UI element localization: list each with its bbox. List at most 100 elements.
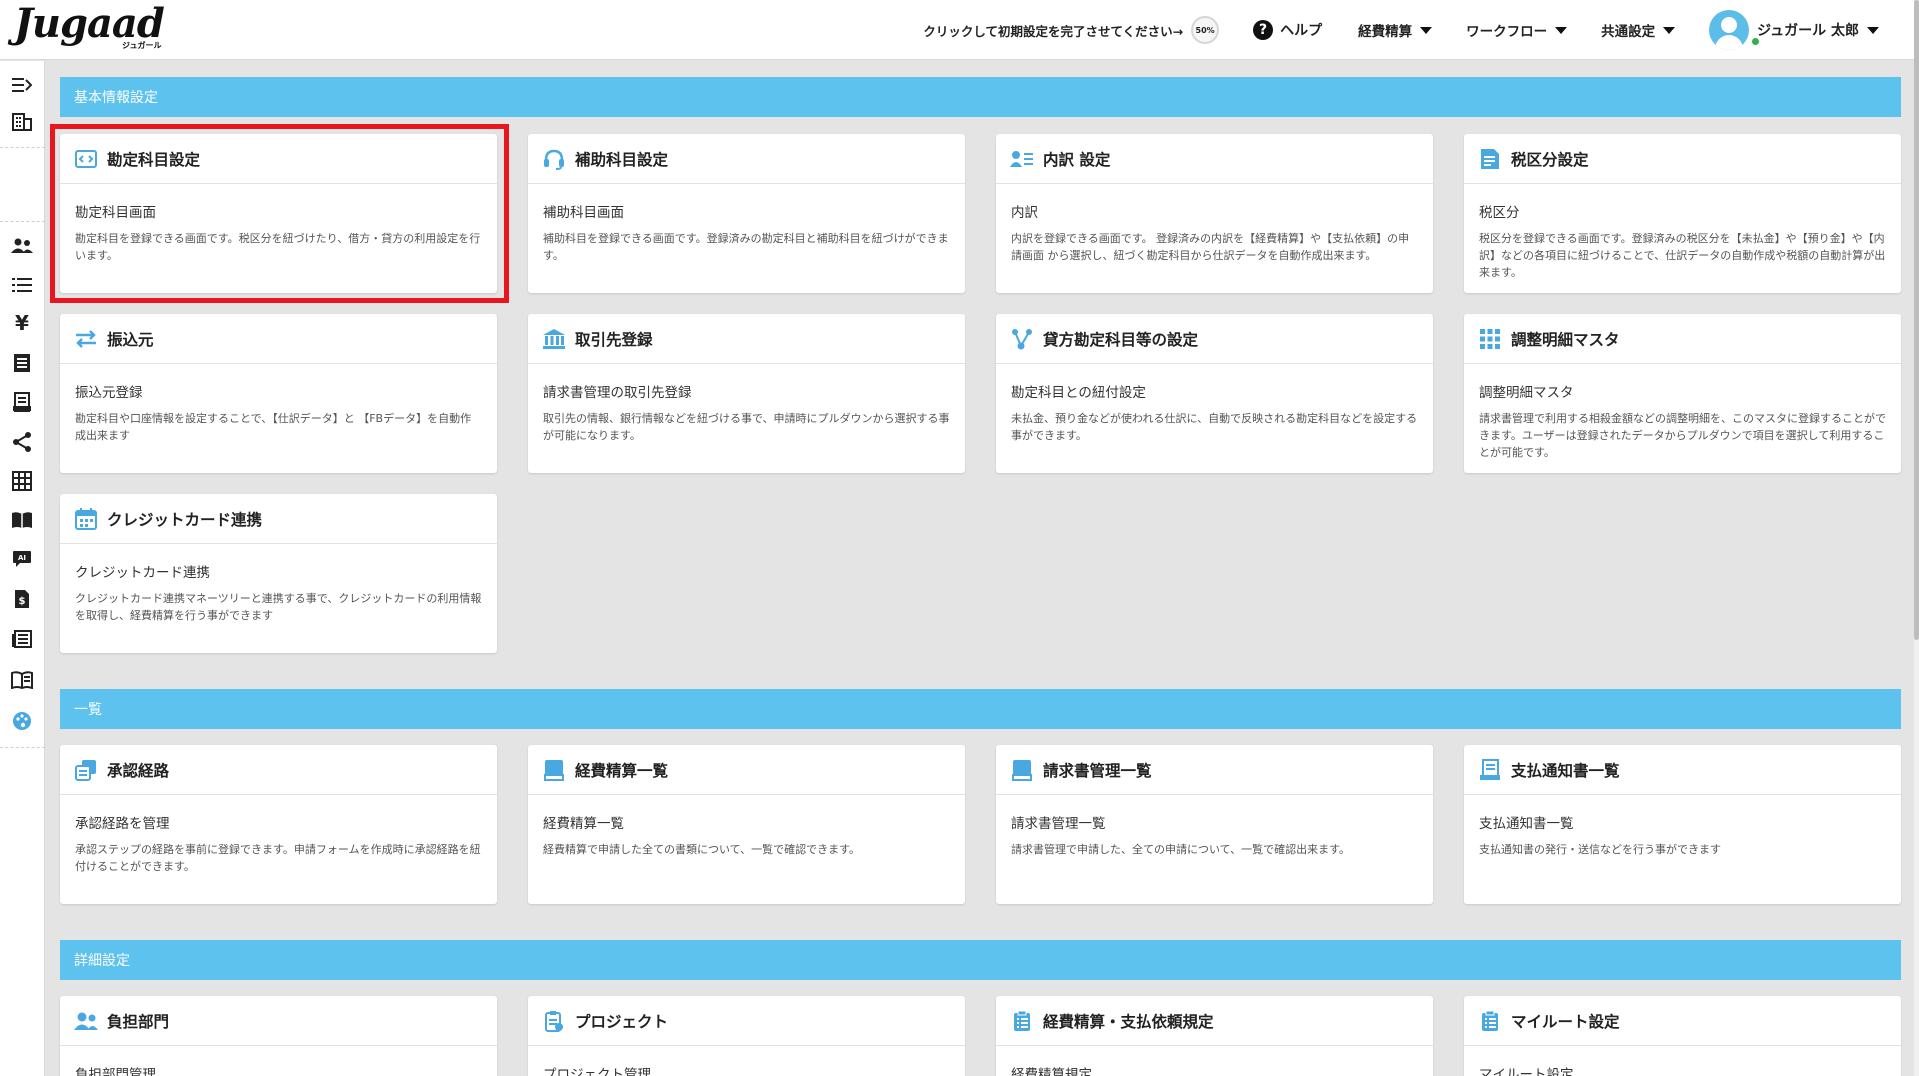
caret-down-icon [1555, 26, 1568, 34]
news-icon[interactable] [11, 628, 33, 650]
card-subtitle: 請求書管理の取引先登録 [543, 385, 692, 401]
file-dollar-icon[interactable]: $ [11, 588, 33, 610]
user-menu[interactable]: ジュガール 太郎 [1709, 10, 1879, 50]
help-label: ヘルプ [1280, 23, 1323, 39]
card-invoice-list[interactable]: 請求書管理一覧 請求書管理一覧 請求書管理で申請した、全ての申請について、一覧で… [996, 745, 1433, 904]
card-credit-card-integration[interactable]: クレジットカード連携 クレジットカード連携 クレジットカード連携マネーツリーと連… [60, 494, 497, 653]
card-subtitle: プロジェクト管理 [543, 1067, 651, 1076]
card-sub-account-settings[interactable]: 補助科目設定 補助科目画面 補助科目を登録できる画面です。登録済みの勘定科目と補… [528, 134, 965, 293]
share-icon[interactable] [11, 431, 33, 453]
svg-text:AI: AI [18, 554, 26, 562]
help-button[interactable]: ? ヘルプ [1253, 20, 1322, 40]
card-title: プロジェクト [575, 1012, 669, 1031]
card-description: 経費精算で申請した全ての書類について、一覧で確認できます。 [543, 843, 861, 856]
card-title: 調整明細マスタ [1511, 330, 1620, 349]
card-my-route-settings[interactable]: マイルート設定 マイルート設定 [1464, 996, 1901, 1076]
card-subtitle: 振込元登録 [75, 385, 143, 401]
code-window-icon [74, 147, 98, 171]
document-icon[interactable] [11, 352, 33, 374]
card-title: 補助科目設定 [575, 150, 669, 169]
caret-down-icon [1663, 26, 1676, 34]
online-status-dot [1750, 36, 1761, 47]
bank-icon [542, 327, 566, 351]
manual-icon[interactable] [11, 669, 33, 691]
receipt-icon[interactable] [11, 391, 33, 413]
users-icon[interactable] [11, 235, 33, 257]
card-payment-notice-list[interactable]: 支払通知書一覧 支払通知書一覧 支払通知書の発行・送信などを行う事ができます [1464, 745, 1901, 904]
card-title: 貸方勘定科目等の設定 [1043, 330, 1199, 349]
card-expense-payment-rules[interactable]: 経費精算・支払依頼規定 経費精算規定 [996, 996, 1433, 1076]
card-subtitle: 調整明細マスタ [1479, 385, 1574, 401]
notice-icon [1478, 758, 1502, 782]
card-approval-route[interactable]: 承認経路 承認経路を管理 承認ステップの経路を事前に登録できます。申請フォームを… [60, 745, 497, 904]
yen-icon[interactable]: ¥ [11, 311, 33, 335]
card-title: クレジットカード連携 [107, 510, 263, 529]
tax-document-icon [1478, 147, 1502, 171]
setup-prompt-link[interactable]: クリックして初期設定を完了させてください→ [923, 21, 1183, 40]
card-title: 負担部門 [107, 1012, 170, 1031]
card-subtitle: 負担部門管理 [75, 1067, 156, 1076]
card-subtitle: 勘定科目画面 [75, 205, 156, 221]
card-transfer-source[interactable]: 振込元 振込元登録 勘定科目や口座情報を設定することで、【仕訳データ】と 【FB… [60, 314, 497, 473]
card-description: 未払金、預り金などが使われる仕訳に、自動で反映される勘定科目などを設定する事がで… [1011, 412, 1418, 442]
book-icon[interactable] [11, 509, 33, 531]
list-icon[interactable] [11, 274, 33, 296]
card-subtitle: 補助科目画面 [543, 205, 624, 221]
card-breakdown-settings[interactable]: 内訳 設定 内訳 内訳を登録できる画面です。 登録済みの内訳を【経費精算】や【支… [996, 134, 1433, 293]
header-nav: クリックして初期設定を完了させてください→ 50% ? ヘルプ 経費精算 ワーク… [923, 0, 1879, 60]
ai-chat-icon[interactable]: AI [11, 548, 33, 570]
card-project[interactable]: プロジェクト プロジェクト管理 [528, 996, 965, 1076]
card-subtitle: 税区分 [1479, 205, 1520, 221]
user-name: ジュガール 太郎 [1757, 23, 1859, 39]
card-tax-category-settings[interactable]: 税区分設定 税区分 税区分を登録できる画面です。登録済みの税区分を【未払金】や【… [1464, 134, 1901, 293]
card-credit-account-settings[interactable]: 貸方勘定科目等の設定 勘定科目との紐付設定 未払金、預り金などが使われる仕訳に、… [996, 314, 1433, 473]
card-subtitle: 内訳 [1011, 205, 1038, 221]
card-subtitle: 経費精算一覧 [543, 816, 624, 832]
palette-icon[interactable] [11, 710, 33, 732]
project-icon [542, 1009, 566, 1033]
card-description: 請求書管理で申請した、全ての申請について、一覧で確認出来ます。 [1011, 843, 1351, 856]
card-description: 支払通知書の発行・送信などを行う事ができます [1479, 843, 1721, 856]
transfer-arrows-icon [74, 327, 98, 351]
logo-subtext: ジュガール [122, 41, 162, 50]
card-description: 勘定科目を登録できる画面です。税区分を紐づけたり、借方・貸方の利用設定を行います… [75, 232, 481, 262]
menu-expense[interactable]: 経費精算 [1358, 20, 1433, 40]
card-subtitle: 勘定科目との紐付設定 [1011, 385, 1146, 401]
clipboard-list-icon [1010, 1009, 1034, 1033]
card-description: 取引先の情報、銀行情報などを紐づける事で、申請時にプルダウンから選択する事が可能… [543, 412, 950, 442]
building-icon[interactable] [11, 111, 33, 133]
card-expense-list[interactable]: 経費精算一覧 経費精算一覧 経費精算で申請した全ての書類について、一覧で確認でき… [528, 745, 965, 904]
card-title: 経費精算・支払依頼規定 [1043, 1012, 1214, 1031]
calendar-icon [74, 507, 98, 531]
book-icon [542, 758, 566, 782]
grid-icon[interactable] [11, 470, 33, 492]
logo[interactable]: Jugaad ジュガール [14, 2, 174, 54]
menu-workflow-label: ワークフロー [1466, 24, 1548, 40]
menu-expense-label: 経費精算 [1358, 24, 1413, 40]
card-subtitle: マイルート設定 [1479, 1067, 1574, 1076]
card-cost-department[interactable]: 負担部門 負担部門管理 [60, 996, 497, 1076]
menu-common-settings-label: 共通設定 [1601, 24, 1656, 40]
svg-text:$: $ [19, 596, 26, 607]
menu-toggle-icon[interactable] [11, 74, 33, 96]
card-title: マイルート設定 [1511, 1012, 1620, 1031]
card-description: 補助科目を登録できる画面です。登録済みの勘定科目と補助科目を紐づけができます。 [543, 232, 949, 262]
setup-progress-indicator[interactable]: 50% [1191, 16, 1220, 44]
approval-route-icon [74, 758, 98, 782]
clipboard-list-icon [1478, 1009, 1502, 1033]
menu-common-settings[interactable]: 共通設定 [1601, 20, 1676, 40]
menu-workflow[interactable]: ワークフロー [1466, 20, 1568, 40]
card-subtitle: 経費精算規定 [1011, 1067, 1092, 1076]
connection-icon [1010, 327, 1034, 351]
card-title: 承認経路 [107, 761, 170, 780]
question-circle-icon: ? [1253, 20, 1274, 40]
card-vendor-registration[interactable]: 取引先登録 請求書管理の取引先登録 取引先の情報、銀行情報などを紐づける事で、申… [528, 314, 965, 473]
card-subtitle: クレジットカード連携 [75, 565, 210, 581]
card-title: 内訳 設定 [1043, 150, 1111, 169]
card-adjustment-master[interactable]: 調整明細マスタ 調整明細マスタ 請求書管理で利用する相殺金額などの調整明細を、こ… [1464, 314, 1901, 473]
caret-down-icon [1420, 26, 1433, 34]
card-title: 請求書管理一覧 [1043, 761, 1152, 780]
vertical-scrollbar[interactable] [1914, 0, 1919, 1076]
users-icon [74, 1009, 98, 1033]
card-account-settings[interactable]: 勘定科目設定 勘定科目画面 勘定科目を登録できる画面です。税区分を紐づけたり、借… [60, 134, 497, 293]
